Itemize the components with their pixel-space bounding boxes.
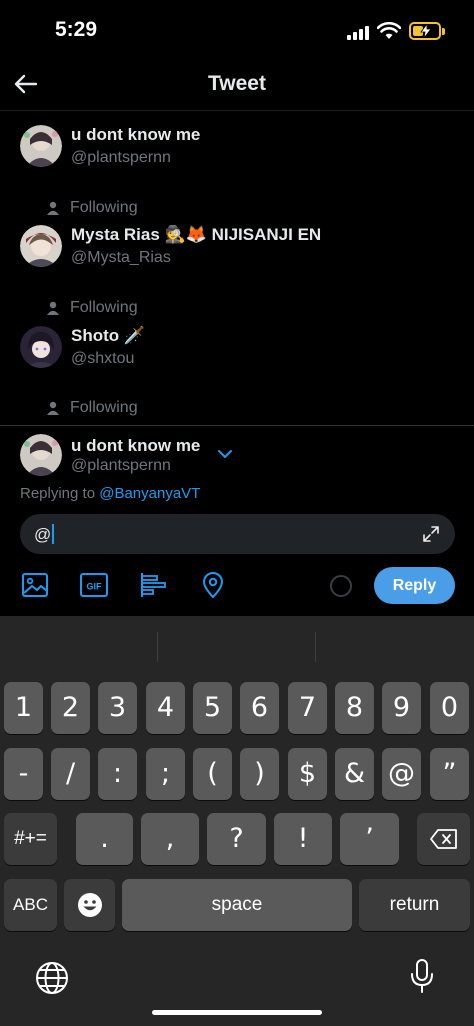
following-indicator: Following (46, 399, 138, 417)
key-at[interactable]: @ (382, 748, 421, 800)
backspace-icon (429, 829, 457, 849)
chevron-down-icon[interactable] (216, 448, 234, 460)
person-icon (47, 401, 59, 415)
key-apostrophe[interactable]: ’ (340, 813, 399, 865)
svg-text:GIF: GIF (87, 582, 103, 592)
user-handle: @Mysta_Rias (71, 249, 171, 266)
emoji-icon (77, 893, 102, 917)
key-close-paren[interactable]: ) (240, 748, 279, 800)
key-8[interactable]: 8 (335, 682, 374, 734)
keyboard: 1 2 3 4 5 6 7 8 9 0 - / : ; ( ) $ & @ ” … (0, 616, 474, 1026)
key-abc[interactable]: ABC (4, 879, 57, 931)
avatar (20, 326, 62, 368)
key-3[interactable]: 3 (98, 682, 137, 734)
reply-text-input[interactable]: @ (20, 514, 455, 554)
cellular-signal-icon (347, 26, 371, 40)
poll-icon[interactable] (140, 571, 168, 599)
key-more-symbols[interactable]: #+= (4, 813, 57, 865)
page-title: Tweet (208, 72, 266, 95)
following-label: Following (70, 299, 138, 316)
home-indicator[interactable] (152, 1010, 322, 1015)
key-space[interactable]: space (122, 879, 352, 931)
key-comma[interactable]: , (141, 813, 199, 865)
key-dash[interactable]: - (4, 748, 43, 800)
user-name: Mysta Rias 🕵🦊 NIJISANJI EN (71, 225, 322, 244)
text-caret (52, 524, 55, 544)
key-5[interactable]: 5 (193, 682, 232, 734)
mention-suggestion-list[interactable]: u dont know me @plantspernn Following My… (0, 111, 474, 425)
key-quote[interactable]: ” (430, 748, 469, 800)
account-handle: @plantspernn (71, 457, 171, 474)
expand-icon[interactable] (421, 524, 441, 544)
user-name: u dont know me (71, 125, 201, 144)
key-colon[interactable]: : (98, 748, 137, 800)
key-2[interactable]: 2 (51, 682, 90, 734)
reply-compose-area: u dont know me @plantspernn Replying to … (0, 426, 474, 616)
key-dollar[interactable]: $ (288, 748, 327, 800)
key-9[interactable]: 9 (382, 682, 421, 734)
following-indicator: Following (46, 299, 138, 317)
person-icon (47, 201, 59, 215)
key-semicolon[interactable]: ; (146, 748, 185, 800)
key-0[interactable]: 0 (430, 682, 469, 734)
list-item[interactable]: Following Mysta Rias 🕵🦊 NIJISANJI EN @My… (0, 191, 474, 291)
key-emoji[interactable] (64, 879, 115, 931)
list-item[interactable]: Following (0, 391, 474, 425)
wifi-icon (377, 22, 401, 39)
following-indicator: Following (46, 199, 138, 217)
suggestion-divider (315, 632, 316, 662)
reply-button[interactable]: Reply (374, 567, 455, 604)
key-ampersand[interactable]: & (335, 748, 374, 800)
key-exclamation[interactable]: ! (274, 813, 332, 865)
account-avatar[interactable] (20, 434, 62, 476)
globe-icon[interactable] (34, 960, 70, 996)
key-1[interactable]: 1 (4, 682, 43, 734)
microphone-icon[interactable] (404, 958, 440, 994)
user-name: Shoto 🗡️ (71, 326, 146, 345)
location-icon[interactable] (199, 571, 227, 599)
person-icon (47, 301, 59, 315)
gif-icon[interactable]: GIF (80, 571, 108, 599)
key-6[interactable]: 6 (240, 682, 279, 734)
key-7[interactable]: 7 (288, 682, 327, 734)
replying-prefix: Replying to (20, 485, 96, 502)
following-label: Following (70, 399, 138, 416)
input-value: @ (34, 524, 55, 545)
status-time: 5:29 (55, 18, 98, 41)
battery-cap (442, 28, 445, 35)
key-question[interactable]: ? (207, 813, 266, 865)
replying-to-line: Replying to @BanyanyaVT (20, 485, 200, 502)
key-delete[interactable] (417, 813, 470, 865)
key-period[interactable]: . (76, 813, 133, 865)
status-bar: 5:29 (0, 0, 474, 62)
top-navigation-bar: Tweet (0, 62, 474, 110)
battery-charging-icon (409, 22, 441, 40)
replying-to-handle[interactable]: @BanyanyaVT (99, 485, 200, 502)
following-label: Following (70, 199, 138, 216)
character-counter-ring (330, 575, 352, 597)
key-return[interactable]: return (359, 879, 470, 931)
account-name[interactable]: u dont know me (71, 436, 200, 456)
avatar (20, 125, 62, 167)
key-open-paren[interactable]: ( (193, 748, 232, 800)
image-icon[interactable] (21, 571, 49, 599)
suggestion-divider (157, 632, 158, 662)
user-handle: @shxtou (71, 350, 135, 367)
user-handle: @plantspernn (71, 149, 171, 166)
key-4[interactable]: 4 (146, 682, 185, 734)
avatar (20, 225, 62, 267)
list-item[interactable]: u dont know me @plantspernn (0, 111, 474, 191)
list-item[interactable]: Following Shoto 🗡️ @shxtou (0, 291, 474, 391)
key-slash[interactable]: / (51, 748, 90, 800)
